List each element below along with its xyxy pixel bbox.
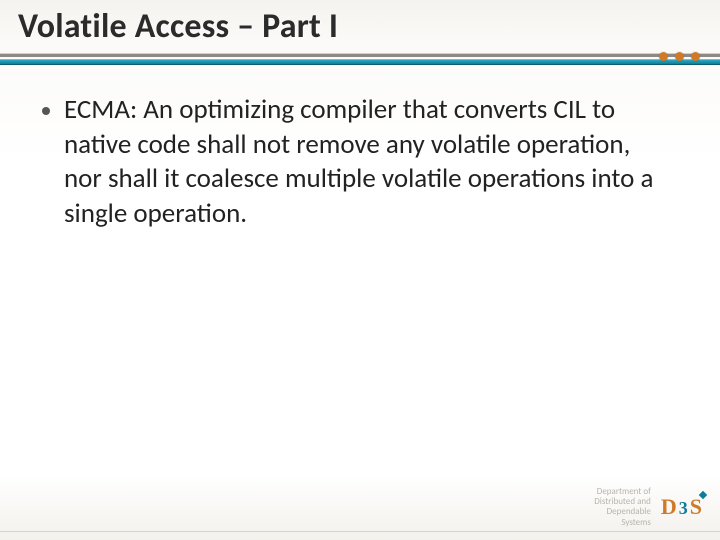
department-label: Department of Distributed and Dependable…: [594, 487, 651, 528]
logo-letter-d: D: [661, 494, 677, 520]
dept-line: Systems: [594, 518, 651, 528]
slide-title: Volatile Access – Part I: [18, 6, 702, 47]
d3s-logo: D 3 S: [661, 494, 702, 520]
logo-letter-s: S: [690, 494, 702, 520]
dot-icon: [691, 52, 700, 61]
bullet-icon: [42, 107, 50, 115]
dot-icon: [675, 52, 684, 61]
footer: Department of Distributed and Dependable…: [0, 487, 720, 528]
bullet-item: ECMA: An optimizing compiler that conver…: [42, 93, 660, 231]
footer-divider: [0, 531, 720, 532]
dot-icon: [659, 52, 668, 61]
title-area: Volatile Access – Part I: [0, 0, 720, 47]
divider-grey: [0, 53, 720, 57]
decorative-dots: [659, 52, 700, 61]
logo-digit-3: 3: [679, 498, 688, 519]
content-area: ECMA: An optimizing compiler that conver…: [0, 65, 720, 231]
slide: Volatile Access – Part I ECMA: An optimi…: [0, 0, 720, 540]
bullet-text: ECMA: An optimizing compiler that conver…: [64, 93, 660, 231]
divider-rules: [0, 53, 720, 65]
